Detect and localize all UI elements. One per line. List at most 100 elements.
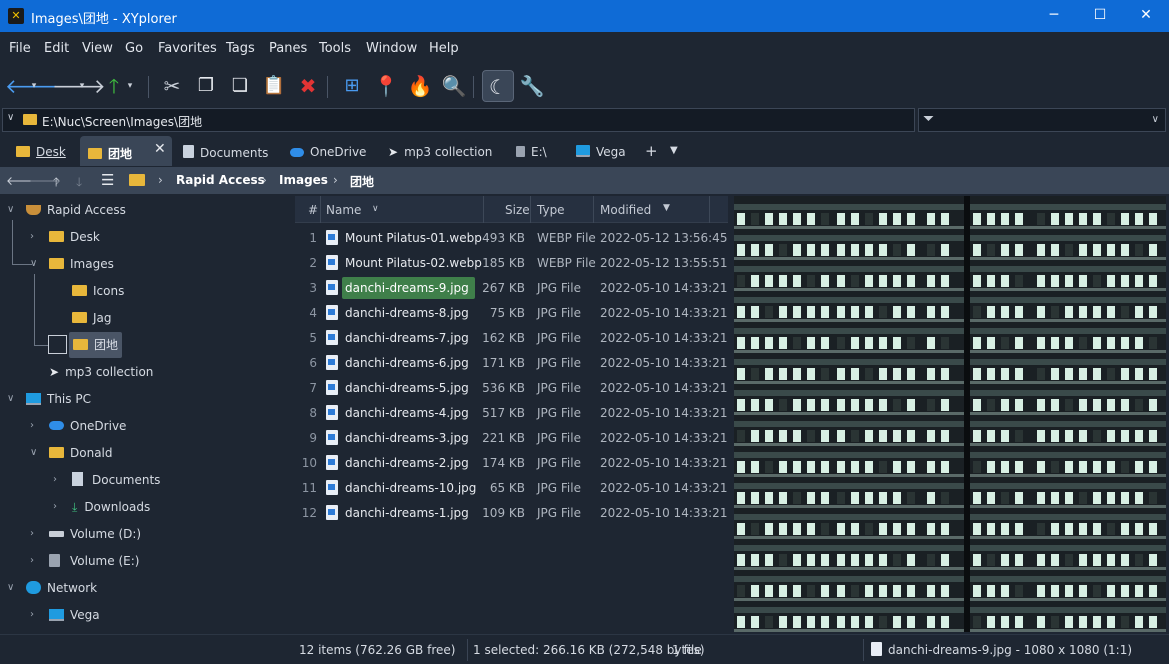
table-row[interactable]: 4 danchi-dreams-8.jpg 75 KB JPG File 2022-05… bbox=[295, 300, 728, 325]
delete-icon[interactable]: ✖ bbox=[294, 72, 322, 100]
new-tab-button[interactable]: + bbox=[645, 136, 658, 166]
column-divider[interactable] bbox=[483, 196, 484, 223]
nav-up-icon[interactable]: 🡑 bbox=[53, 173, 59, 194]
menu-file[interactable]: File bbox=[9, 41, 31, 56]
chevron-down-icon[interactable]: ∨ bbox=[7, 199, 14, 221]
back-dropdown-icon[interactable]: ▾ bbox=[28, 72, 40, 100]
table-row[interactable]: 2 Mount Pilatus-02.webp 185 KB WEBP File 202… bbox=[295, 250, 728, 275]
chevron-right-icon[interactable]: › bbox=[30, 523, 34, 545]
tree-network[interactable]: ∨ Network bbox=[7, 577, 97, 599]
column-header-modified[interactable]: Modified bbox=[600, 203, 651, 217]
chevron-right-icon[interactable]: › bbox=[30, 550, 34, 572]
chevron-right-icon[interactable]: › bbox=[30, 415, 34, 437]
column-divider[interactable] bbox=[593, 196, 594, 223]
maximize-button[interactable]: ☐ bbox=[1077, 0, 1123, 32]
tab-desk[interactable]: Desk bbox=[8, 136, 78, 166]
tree-vega[interactable]: › Vega bbox=[30, 604, 100, 626]
menu-tools[interactable]: Tools bbox=[319, 41, 351, 56]
menu-edit[interactable]: Edit bbox=[44, 41, 69, 56]
dark-mode-icon[interactable]: ☾ bbox=[482, 70, 514, 102]
menu-go[interactable]: Go bbox=[125, 41, 143, 56]
file-name[interactable]: danchi-dreams-5.jpg bbox=[345, 381, 469, 395]
menu-favorites[interactable]: Favorites bbox=[158, 41, 217, 56]
filter-funnel-icon[interactable]: ⏷ bbox=[923, 111, 934, 127]
column-header-name[interactable]: Name bbox=[326, 203, 361, 217]
table-row[interactable]: 1 Mount Pilatus-01.webp 493 KB WEBP File 202… bbox=[295, 225, 728, 250]
file-name[interactable]: Mount Pilatus-01.webp bbox=[345, 231, 482, 245]
file-name[interactable]: danchi-dreams-6.jpg bbox=[345, 356, 469, 370]
hamburger-menu-icon[interactable]: ☰ bbox=[101, 171, 114, 189]
tree-donald[interactable]: ∨ Donald bbox=[30, 442, 113, 464]
chevron-right-icon[interactable]: › bbox=[30, 226, 34, 248]
column-header-type[interactable]: Type bbox=[537, 203, 565, 217]
up-dropdown-icon[interactable]: ▾ bbox=[124, 72, 136, 100]
search-icon[interactable]: 🔍 bbox=[440, 72, 468, 100]
menu-tags[interactable]: Tags bbox=[226, 41, 255, 56]
new-folder-icon[interactable]: ⊞ bbox=[338, 72, 366, 100]
tree-this-pc[interactable]: ∨ This PC bbox=[7, 388, 91, 410]
chevron-down-icon[interactable]: ∨ bbox=[30, 253, 37, 275]
file-name[interactable]: danchi-dreams-1.jpg bbox=[345, 506, 469, 520]
column-divider[interactable] bbox=[709, 196, 710, 223]
chevron-down-icon[interactable]: ∨ bbox=[30, 442, 37, 464]
file-name[interactable]: danchi-dreams-10.jpg bbox=[345, 481, 476, 495]
column-divider[interactable] bbox=[320, 196, 321, 223]
tree-onedrive[interactable]: › OneDrive bbox=[30, 415, 126, 437]
tab-vega[interactable]: Vega bbox=[570, 136, 632, 166]
tab-list-dropdown-icon[interactable]: ▼ bbox=[670, 136, 678, 166]
checkbox[interactable] bbox=[48, 335, 67, 354]
close-button[interactable]: ✕ bbox=[1123, 0, 1169, 32]
breadcrumb-images[interactable]: Images bbox=[279, 173, 328, 187]
table-row[interactable]: 11 danchi-dreams-10.jpg 65 KB JPG File 2022-… bbox=[295, 475, 728, 500]
table-row[interactable]: 5 danchi-dreams-7.jpg 162 KB JPG File 2022-0… bbox=[295, 325, 728, 350]
table-row[interactable]: 9 danchi-dreams-3.jpg 221 KB JPG File 2022-0… bbox=[295, 425, 728, 450]
hotlist-flame-icon[interactable]: 🔥 bbox=[406, 72, 434, 100]
filter-box[interactable]: ⏷ ∨ bbox=[918, 108, 1166, 132]
file-name[interactable]: Mount Pilatus-02.webp bbox=[345, 256, 482, 270]
nav-down-icon[interactable]: 🡓 bbox=[76, 173, 82, 194]
minimize-button[interactable]: ─ bbox=[1031, 0, 1077, 32]
tab-drive-e[interactable]: E:\ bbox=[508, 136, 566, 166]
breadcrumb-danchi[interactable]: 团地 bbox=[350, 173, 374, 190]
chevron-right-icon[interactable]: › bbox=[53, 469, 57, 491]
close-tab-icon[interactable]: ✕ bbox=[154, 141, 166, 157]
file-name[interactable]: danchi-dreams-7.jpg bbox=[345, 331, 469, 345]
table-row[interactable]: 8 danchi-dreams-4.jpg 517 KB JPG File 2022-0… bbox=[295, 400, 728, 425]
cut-icon[interactable]: ✂ bbox=[158, 72, 186, 100]
chevron-down-icon[interactable]: ∨ bbox=[7, 112, 14, 123]
tree-rapid-access[interactable]: ∨ Rapid Access bbox=[7, 199, 126, 221]
address-bar[interactable]: ∨ E:\Nuc\Screen\Images\团地 bbox=[2, 108, 915, 132]
tree-images[interactable]: ∨ Images bbox=[30, 253, 114, 275]
file-name[interactable]: danchi-dreams-9.jpg bbox=[342, 277, 475, 299]
chevron-down-icon[interactable]: ∨ bbox=[7, 388, 14, 410]
file-name[interactable]: danchi-dreams-3.jpg bbox=[345, 431, 469, 445]
chevron-right-icon[interactable]: › bbox=[30, 604, 34, 626]
paste-icon[interactable]: 📋 bbox=[260, 72, 288, 100]
table-row[interactable]: 10 danchi-dreams-2.jpg 174 KB JPG File 2022-… bbox=[295, 450, 728, 475]
menu-help[interactable]: Help bbox=[429, 41, 459, 56]
tree-mp3-collection[interactable]: ➤ mp3 collection bbox=[49, 361, 153, 383]
location-pin-icon[interactable]: 📍 bbox=[372, 72, 400, 100]
tab-mp3-collection[interactable]: ➤ mp3 collection bbox=[382, 136, 500, 166]
menu-window[interactable]: Window bbox=[366, 41, 417, 56]
tree-icons[interactable]: Icons bbox=[72, 280, 124, 302]
copy-icon[interactable]: ❐ bbox=[192, 72, 220, 100]
table-row[interactable]: 7 danchi-dreams-5.jpg 536 KB JPG File 2022-0… bbox=[295, 375, 728, 400]
table-row[interactable]: 3 danchi-dreams-9.jpg 267 KB JPG File 2022-0… bbox=[295, 275, 728, 300]
tab-onedrive[interactable]: OneDrive bbox=[282, 136, 374, 166]
tree-desk[interactable]: › Desk bbox=[30, 226, 100, 248]
chevron-down-icon[interactable]: ∨ bbox=[7, 577, 14, 599]
column-header-size[interactable]: Size bbox=[505, 203, 530, 217]
table-row[interactable]: 6 danchi-dreams-6.jpg 171 KB JPG File 2022-0… bbox=[295, 350, 728, 375]
file-name[interactable]: danchi-dreams-8.jpg bbox=[345, 306, 469, 320]
tree-volume-d[interactable]: › Volume (D:) bbox=[30, 523, 141, 545]
file-name[interactable]: danchi-dreams-4.jpg bbox=[345, 406, 469, 420]
tab-danchi[interactable]: 团地 ✕ bbox=[80, 136, 172, 166]
address-path[interactable]: E:\Nuc\Screen\Images\团地 bbox=[42, 113, 202, 130]
configuration-tools-icon[interactable]: 🔧 bbox=[518, 72, 546, 100]
tab-documents[interactable]: Documents bbox=[176, 136, 276, 166]
column-divider[interactable] bbox=[530, 196, 531, 223]
tree-volume-e[interactable]: › Volume (E:) bbox=[30, 550, 139, 572]
tree-documents[interactable]: › Documents bbox=[53, 469, 160, 491]
breadcrumb-rapid-access[interactable]: Rapid Access bbox=[176, 173, 265, 187]
